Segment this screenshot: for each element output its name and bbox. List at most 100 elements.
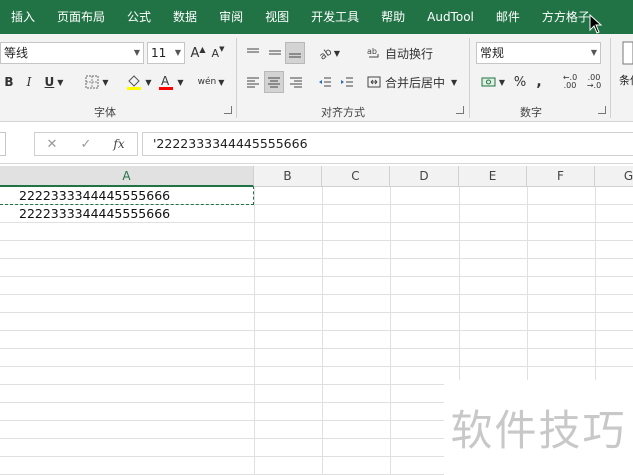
column-header-c[interactable]: C: [322, 166, 390, 187]
number-format-select[interactable]: 常规 ▼: [476, 42, 601, 64]
comma-button[interactable]: ,: [532, 71, 546, 93]
chevron-down-icon: ▼: [102, 77, 109, 87]
align-center-icon: [268, 77, 280, 88]
conditional-formatting-button[interactable]: 条件: [619, 72, 633, 88]
cell-a2[interactable]: 2222333344445555666: [19, 206, 170, 221]
tab-page-layout[interactable]: 页面布局: [46, 0, 116, 34]
decrease-indent-button[interactable]: [315, 71, 335, 93]
font-size-select[interactable]: 11 ▼: [147, 42, 185, 64]
orientation-button[interactable]: ab ▼: [315, 42, 343, 64]
chevron-down-icon: ▼: [177, 77, 184, 87]
increase-indent-icon: [341, 77, 353, 87]
wrap-text-button[interactable]: ab 自动换行: [367, 42, 437, 64]
formula-bar: ✕ ✓ fx '2222333344445555666: [0, 122, 633, 164]
grow-font-arrow-icon: ▲: [199, 44, 206, 54]
paint-bucket-icon: [127, 75, 142, 90]
bold-button[interactable]: B: [1, 71, 17, 93]
column-header-e[interactable]: E: [459, 166, 527, 187]
align-center-button[interactable]: [264, 71, 284, 93]
tab-developer[interactable]: 开发工具: [300, 0, 370, 34]
align-middle-button[interactable]: [265, 42, 285, 64]
font-color-icon: A: [159, 74, 174, 90]
column-header-d[interactable]: D: [390, 166, 459, 187]
font-dialog-launcher[interactable]: [224, 106, 232, 114]
tab-formulas[interactable]: 公式: [116, 0, 162, 34]
chevron-down-icon: ▼: [57, 77, 64, 87]
cancel-entry-button[interactable]: ✕: [42, 133, 62, 155]
tab-review[interactable]: 审阅: [208, 0, 254, 34]
svg-text:ab: ab: [318, 46, 334, 60]
column-header-f[interactable]: F: [527, 166, 595, 187]
conditional-formatting-icon: [622, 41, 633, 65]
fx-icon: fx: [113, 137, 125, 151]
column-header-b[interactable]: B: [254, 166, 322, 187]
chevron-down-icon: ▼: [133, 48, 140, 57]
group-label-number: 数字: [520, 106, 542, 119]
font-name-select[interactable]: 等线 ▼: [0, 42, 144, 64]
percent-button[interactable]: %: [512, 71, 528, 93]
wrap-text-icon: ab: [367, 47, 379, 58]
font-color-button[interactable]: A ▼: [156, 71, 186, 93]
chevron-down-icon: ▼: [498, 77, 506, 87]
chevron-down-icon: ▼: [590, 48, 597, 57]
increase-decimal-button[interactable]: ←.0 .00: [560, 71, 580, 93]
group-separator: [610, 38, 611, 118]
insert-function-button[interactable]: fx: [108, 133, 130, 155]
svg-text:A: A: [161, 74, 170, 88]
merge-center-button[interactable]: 合并后居中 ▼: [367, 71, 461, 93]
svg-text:ab: ab: [367, 47, 377, 56]
align-bottom-button[interactable]: [285, 42, 305, 64]
tab-mail[interactable]: 邮件: [485, 0, 531, 34]
tab-help[interactable]: 帮助: [370, 0, 416, 34]
shrink-font-arrow-icon: ▼: [219, 45, 225, 53]
tab-data[interactable]: 数据: [162, 0, 208, 34]
font-size-value: 11: [151, 46, 167, 60]
confirm-entry-button[interactable]: ✓: [76, 133, 96, 155]
align-left-button[interactable]: [243, 71, 263, 93]
column-header-a[interactable]: A: [0, 166, 254, 187]
chevron-down-icon: ▼: [145, 77, 152, 87]
tab-audtool[interactable]: AudTool: [416, 0, 485, 34]
group-label-alignment: 对齐方式: [321, 106, 365, 119]
underline-button[interactable]: U ▼: [41, 71, 67, 93]
chevron-down-icon: ▼: [174, 48, 181, 57]
borders-icon: [85, 75, 99, 89]
name-box-edge[interactable]: [0, 132, 6, 156]
column-header-g[interactable]: G: [595, 166, 633, 187]
formula-input[interactable]: '2222333344445555666: [142, 132, 633, 156]
chevron-down-icon: ▼: [218, 77, 225, 87]
alignment-dialog-launcher[interactable]: [456, 106, 464, 114]
number-dialog-launcher[interactable]: [598, 106, 606, 114]
merge-cells-icon: [367, 76, 381, 88]
group-separator: [469, 38, 470, 118]
font-name-value: 等线: [4, 46, 29, 60]
align-right-icon: [290, 77, 302, 88]
currency-icon: [481, 77, 496, 87]
decrease-decimal-button[interactable]: .00 →.0: [584, 71, 604, 93]
phonetic-button[interactable]: wén ▼: [196, 71, 226, 93]
accounting-format-button[interactable]: ▼: [478, 71, 508, 93]
align-middle-icon: [269, 50, 281, 55]
column-headers: A B C D E F G: [0, 166, 633, 187]
ribbon: 等线 ▼ 11 ▼ A ▲ A ▼ B I U ▼ ▼ ▼ A ▼ wén ▼ 字体: [0, 34, 633, 122]
mouse-cursor-icon: [589, 14, 603, 34]
tab-view[interactable]: 视图: [254, 0, 300, 34]
tab-insert[interactable]: 插入: [0, 0, 46, 34]
align-top-icon: [247, 48, 259, 53]
borders-button[interactable]: ▼: [82, 71, 112, 93]
align-right-button[interactable]: [286, 71, 306, 93]
fill-color-button[interactable]: ▼: [124, 71, 154, 93]
ribbon-tab-bar: 插入 页面布局 公式 数据 审阅 视图 开发工具 帮助 AudTool 邮件 方…: [0, 0, 633, 34]
align-top-button[interactable]: [243, 42, 263, 64]
group-label-font: 字体: [94, 106, 116, 119]
group-separator: [236, 38, 237, 118]
grow-font-button[interactable]: A ▲: [189, 42, 207, 64]
italic-button[interactable]: I: [21, 71, 37, 93]
chevron-down-icon: ▼: [333, 48, 341, 58]
text-orientation-icon: ab: [318, 46, 334, 60]
chevron-down-icon: ▼: [451, 77, 458, 87]
align-bottom-icon: [289, 53, 301, 58]
shrink-font-button[interactable]: A ▼: [209, 42, 227, 64]
cell-a1[interactable]: 2222333344445555666: [19, 188, 170, 203]
increase-indent-button[interactable]: [337, 71, 357, 93]
